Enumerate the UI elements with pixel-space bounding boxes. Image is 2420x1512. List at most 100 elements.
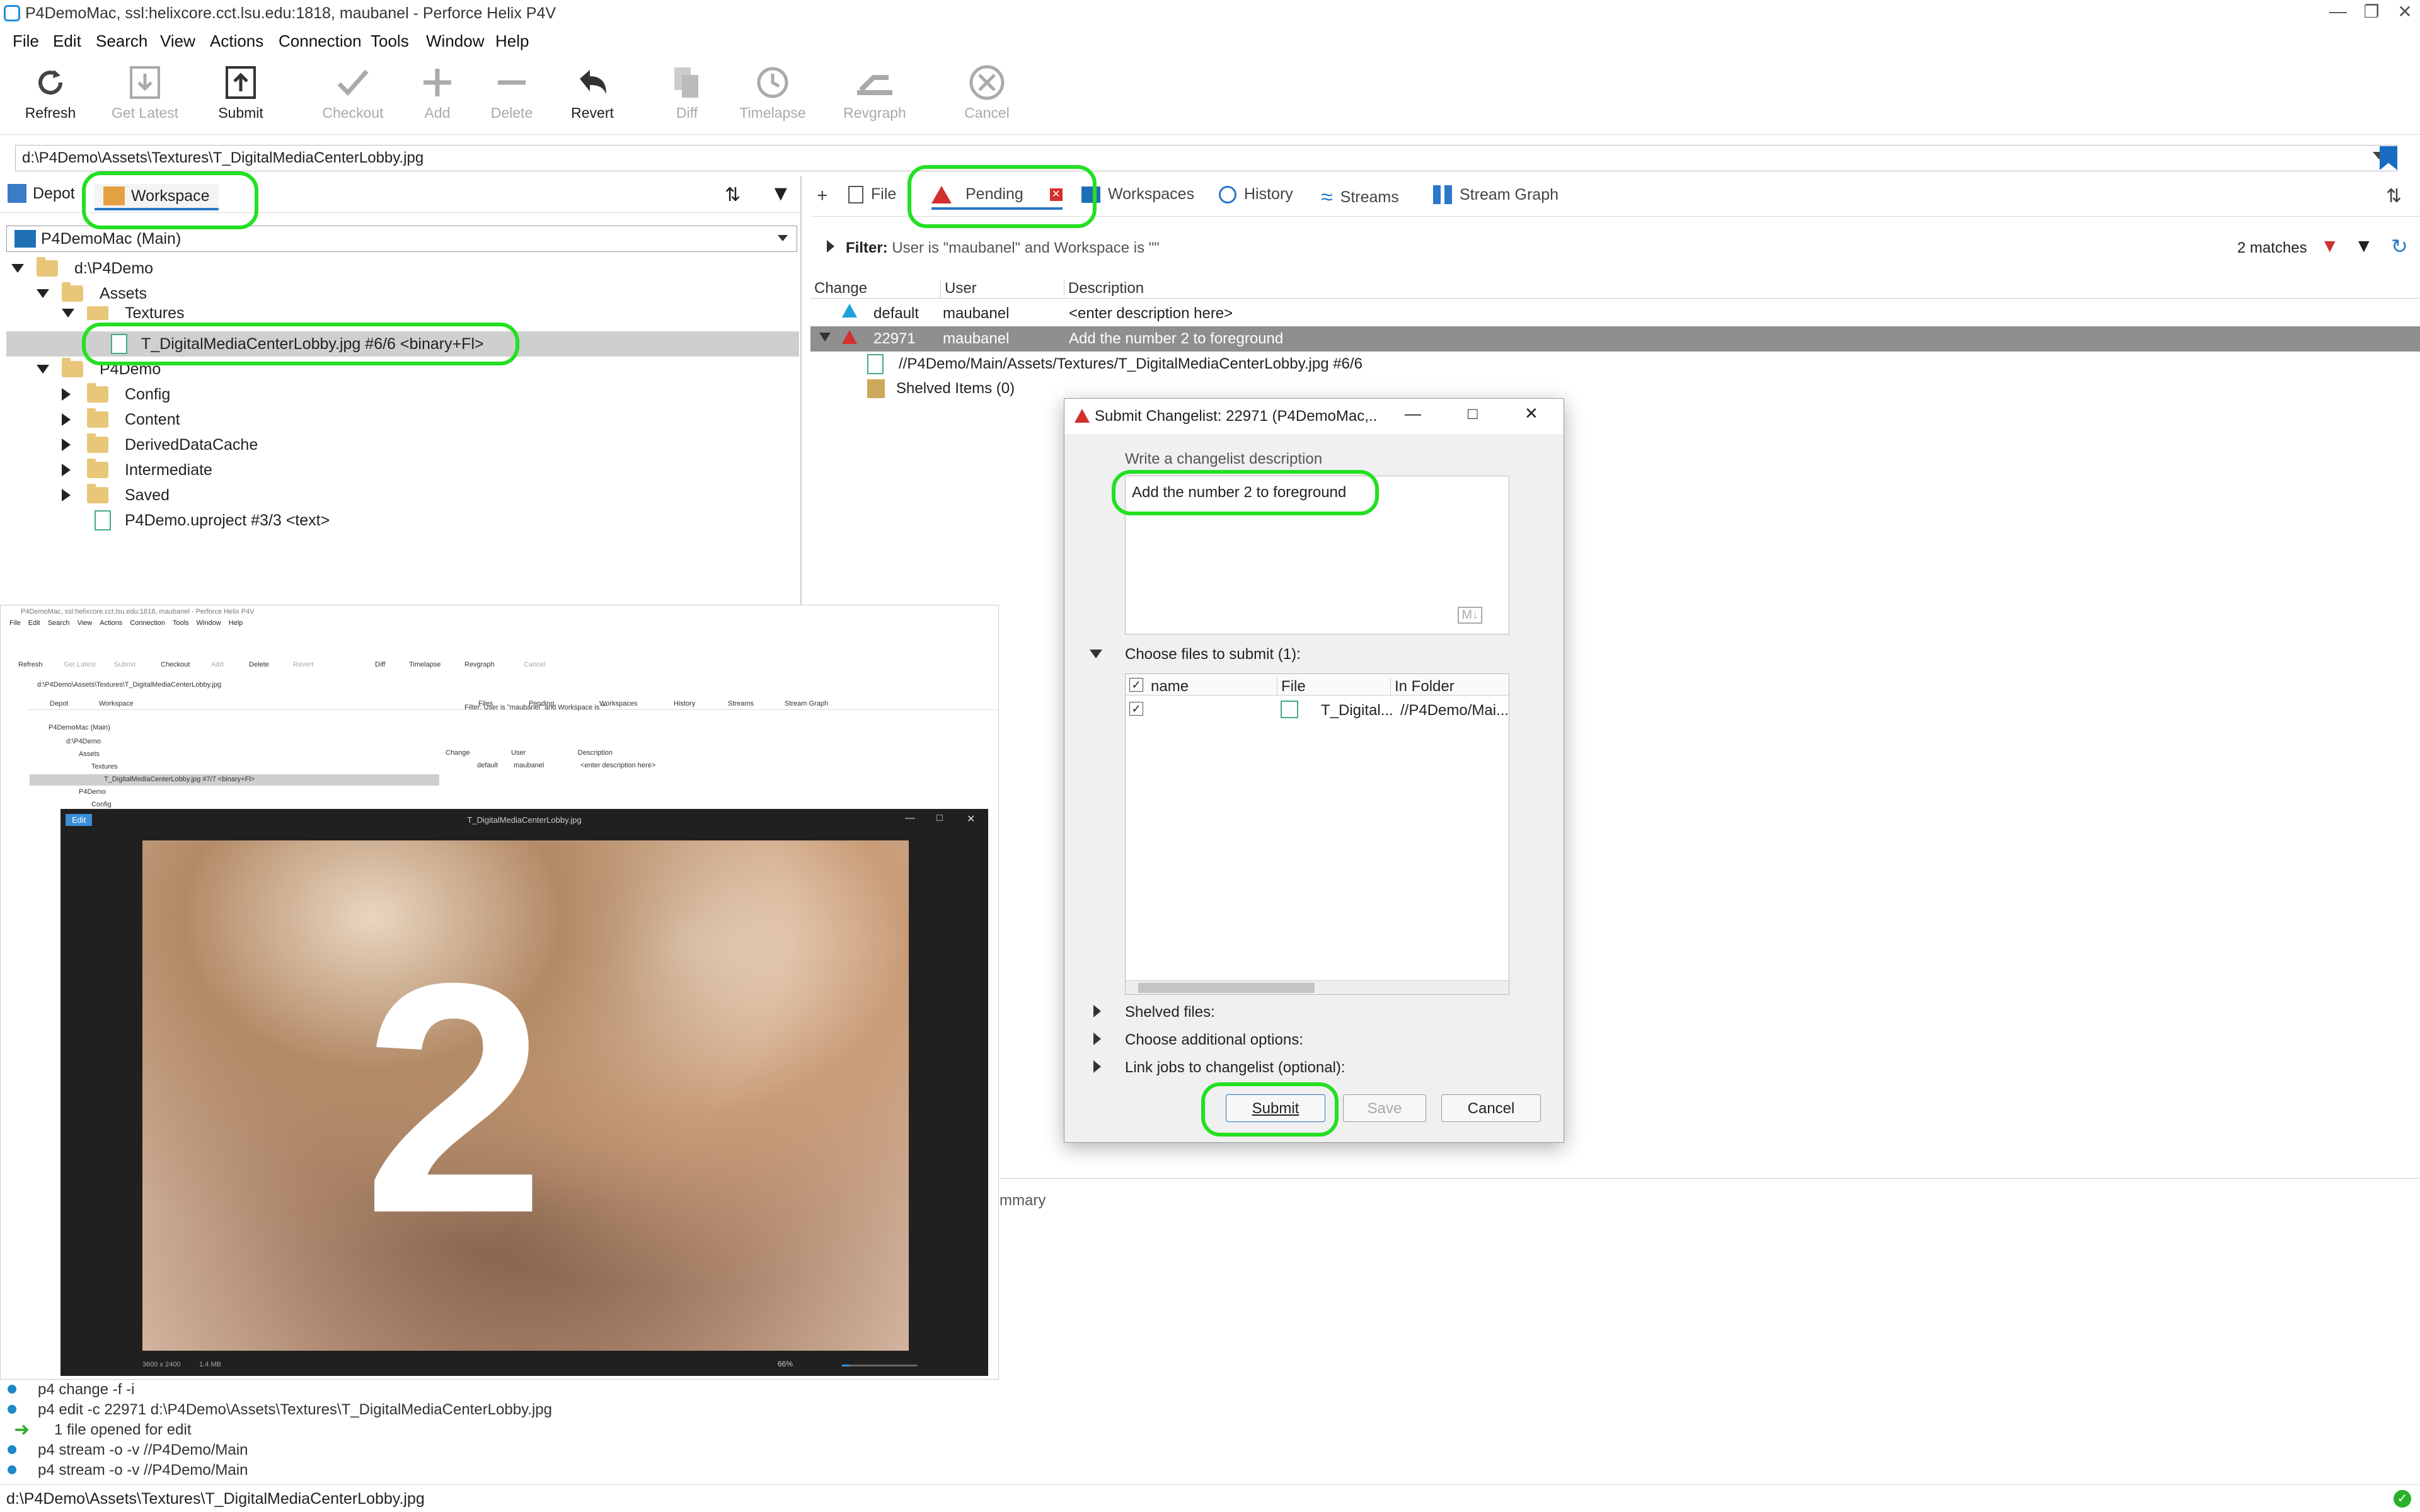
expand-icon[interactable] <box>1093 1060 1101 1073</box>
changelist-file-row[interactable]: //P4Demo/Main/Assets/Textures/T_DigitalM… <box>867 354 1363 374</box>
menu-window[interactable]: Window <box>426 32 484 51</box>
preview-toolbar-item[interactable]: Refresh <box>18 661 43 668</box>
expand-icon[interactable] <box>1093 1005 1101 1017</box>
preview-menu-item[interactable]: Tools <box>173 619 189 627</box>
tree-uproject[interactable]: P4Demo.uproject #3/3 <text> <box>95 508 330 533</box>
shelved-items-row[interactable]: Shelved Items (0) <box>867 379 1015 398</box>
collapse-icon[interactable] <box>62 464 71 476</box>
preview-menu-item[interactable]: File <box>9 619 21 627</box>
collapse-icon[interactable] <box>62 438 71 451</box>
section-options[interactable]: Choose additional options: <box>1125 1031 1303 1049</box>
delete-button[interactable]: Delete <box>474 60 550 122</box>
expand-icon[interactable] <box>37 289 49 298</box>
maximize-icon[interactable]: ❐ <box>2353 1 2390 22</box>
zoom-level[interactable]: 66% <box>778 1360 793 1368</box>
refresh-icon[interactable]: ↻ <box>2391 234 2408 258</box>
preview-tree-item[interactable]: d:\P4Demo <box>66 738 101 745</box>
tab-streams[interactable]: ≈ Streams <box>1321 185 1399 210</box>
cancel-button[interactable]: Cancel <box>1441 1094 1541 1122</box>
preview-tab[interactable]: Streams <box>728 700 754 707</box>
maximize-icon[interactable]: □ <box>936 813 943 824</box>
tab-stream-graph[interactable]: Stream Graph <box>1433 185 1559 204</box>
col-change[interactable]: Change <box>814 280 867 297</box>
preview-menu-item[interactable]: Window <box>197 619 221 627</box>
minimize-icon[interactable]: — <box>2319 1 2357 21</box>
tab-depot[interactable]: Depot <box>8 184 75 203</box>
preview-tree-item[interactable]: Textures <box>91 763 118 770</box>
tree-root[interactable]: d:\P4Demo <box>11 256 153 281</box>
select-all-checkbox[interactable]: ✓ <box>1129 678 1143 692</box>
preview-menu-item[interactable]: Actions <box>100 619 122 627</box>
preview-toolbar-item[interactable]: Submit <box>114 661 135 668</box>
minimize-icon[interactable]: — <box>1405 404 1421 423</box>
workspace-select[interactable]: P4DemoMac (Main) <box>6 226 797 252</box>
tree-content[interactable]: Content <box>62 407 180 432</box>
col-file[interactable]: File <box>1277 678 1306 696</box>
revgraph-button[interactable]: Revgraph <box>837 60 913 122</box>
close-icon[interactable]: ✕ <box>1524 404 1538 423</box>
preview-col[interactable]: User <box>511 749 526 757</box>
preview-tree-item[interactable]: Assets <box>79 750 100 758</box>
preview-tab[interactable]: Stream Graph <box>785 700 828 707</box>
markdown-icon[interactable]: M↓ <box>1458 607 1482 624</box>
preview-toolbar-item[interactable]: Diff <box>375 661 385 668</box>
preview-tab[interactable]: Workspace <box>99 700 134 707</box>
expand-icon[interactable] <box>11 264 24 273</box>
preview-toolbar-item[interactable]: Checkout <box>161 661 190 668</box>
preview-toolbar-item[interactable]: Delete <box>249 661 269 668</box>
preview-toolbar-item[interactable]: Add <box>211 661 224 668</box>
menu-help[interactable]: Help <box>495 32 529 51</box>
preview-menu-item[interactable]: View <box>78 619 93 627</box>
add-button[interactable]: Add <box>400 60 475 122</box>
preview-tab[interactable]: History <box>674 700 695 707</box>
col-user[interactable]: User <box>940 280 977 297</box>
close-icon[interactable]: ✕ <box>2386 1 2420 22</box>
menu-connection[interactable]: Connection <box>279 32 362 51</box>
menu-tools[interactable]: Tools <box>371 32 409 51</box>
tree-saved[interactable]: Saved <box>62 483 170 508</box>
tree-assets[interactable]: Assets <box>37 281 147 306</box>
preview-tree-item[interactable]: T_DigitalMediaCenterLobby.jpg #7/7 <bina… <box>104 776 255 783</box>
sort-icon[interactable]: ⇅ <box>2386 185 2402 207</box>
clear-filter-icon[interactable]: ▼ <box>2320 236 2339 257</box>
tab-workspaces[interactable]: Workspaces <box>1081 185 1194 203</box>
tab-history[interactable]: History <box>1219 185 1293 203</box>
new-tab-icon[interactable]: + <box>817 185 828 207</box>
tree-config[interactable]: Config <box>62 382 170 407</box>
preview-menu-item[interactable]: Edit <box>28 619 40 627</box>
menu-search[interactable]: Search <box>96 32 147 51</box>
splitter[interactable] <box>810 1178 2420 1179</box>
save-button[interactable]: Save <box>1343 1094 1426 1122</box>
col-in-folder[interactable]: In Folder <box>1390 678 1455 696</box>
get-latest-button[interactable]: Get Latest <box>107 60 183 122</box>
minimize-icon[interactable]: — <box>905 813 915 824</box>
menu-actions[interactable]: Actions <box>210 32 263 51</box>
expand-icon[interactable] <box>819 333 831 341</box>
pending-row-22971[interactable]: 22971 maubanel Add the number 2 to foreg… <box>810 326 2420 352</box>
file-checkbox[interactable]: ✓ <box>1129 702 1143 716</box>
zoom-slider[interactable] <box>842 1365 918 1366</box>
revert-button[interactable]: Revert <box>555 60 630 122</box>
expand-icon[interactable] <box>1093 1033 1101 1045</box>
menu-edit[interactable]: Edit <box>53 32 81 51</box>
preview-col[interactable]: Description <box>578 749 613 757</box>
expand-icon[interactable] <box>37 365 49 374</box>
scrollbar-thumb[interactable] <box>1138 983 1315 993</box>
collapse-icon[interactable] <box>62 388 71 401</box>
filter-icon[interactable]: ▼ <box>2354 236 2373 257</box>
file-row[interactable]: ✓ T_Digital... //P4Demo/Mai... <box>1126 698 1509 721</box>
preview-menu-item[interactable]: Help <box>229 619 243 627</box>
collapse-icon[interactable] <box>1090 650 1102 658</box>
submit-toolbar-button[interactable]: Submit <box>203 60 279 122</box>
col-name[interactable]: name <box>1151 678 1189 696</box>
tree-textures[interactable]: Textures <box>62 306 184 320</box>
refresh-button[interactable]: Refresh <box>13 60 88 122</box>
cancel-toolbar-button[interactable]: Cancel <box>949 60 1025 122</box>
horizontal-scrollbar[interactable] <box>1126 980 1509 994</box>
section-shelved[interactable]: Shelved files: <box>1125 1004 1215 1021</box>
preview-toolbar-item[interactable]: Revert <box>293 661 313 668</box>
preview-toolbar-item[interactable]: Cancel <box>524 661 545 668</box>
filter-bar[interactable]: Filter: User is "maubanel" and Workspace… <box>827 239 1160 257</box>
tree-deriveddatacache[interactable]: DerivedDataCache <box>62 432 258 457</box>
expand-icon[interactable] <box>62 309 74 318</box>
